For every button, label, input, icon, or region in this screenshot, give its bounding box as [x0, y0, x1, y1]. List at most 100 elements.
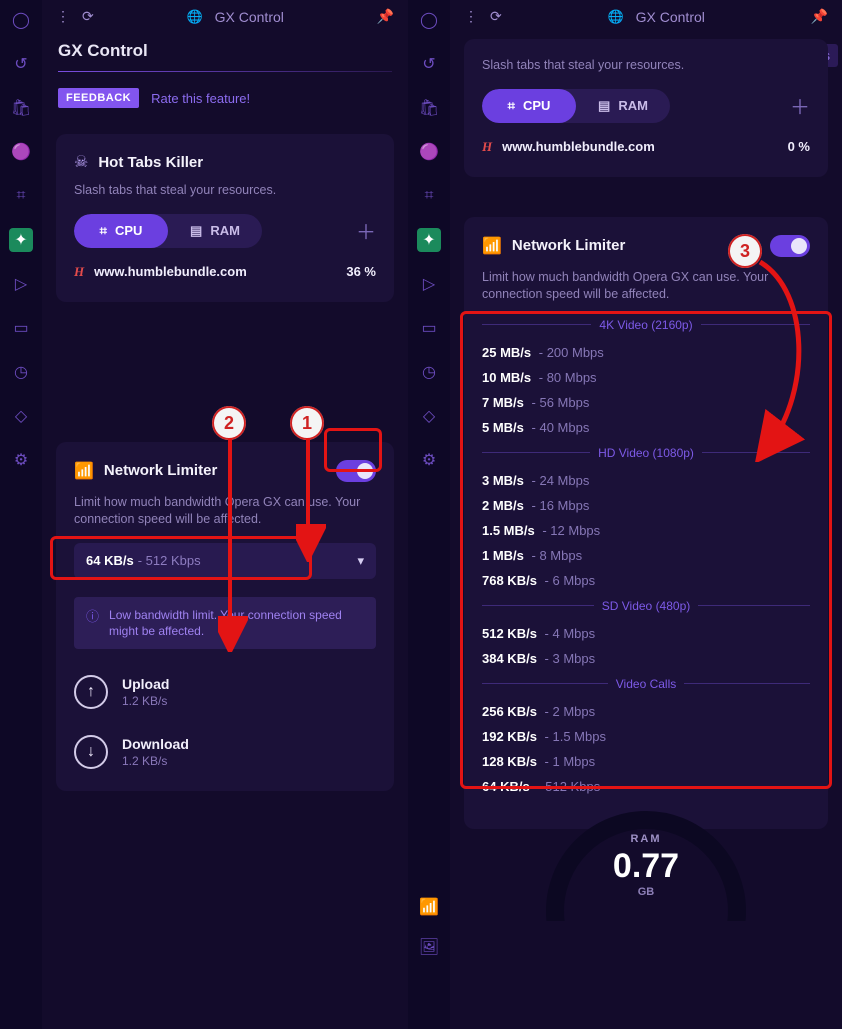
- bag-icon[interactable]: 🛍: [9, 96, 33, 120]
- ram-label: RAM: [618, 98, 648, 113]
- hot-tabs-card: ☠ Hot Tabs Killer Slash tabs that steal …: [56, 134, 394, 302]
- bandwidth-option[interactable]: 256 KB/s - 2 Mbps: [482, 699, 810, 724]
- ram-gauge: RAM 0.77 GB: [536, 811, 756, 921]
- bandwidth-select[interactable]: 64 KB/s - 512 Kbps ▾: [74, 543, 376, 579]
- bandwidth-option[interactable]: 192 KB/s - 1.5 Mbps: [482, 724, 810, 749]
- wifi-sidebar-icon[interactable]: 📶: [417, 895, 441, 919]
- download-icon: ↓: [74, 735, 108, 769]
- bag-icon[interactable]: 🛍: [417, 96, 441, 120]
- upload-icon: ↑: [74, 675, 108, 709]
- panel-title: GX Control: [215, 9, 284, 25]
- sidebar: ◯ ↺ 🛍 🟣 ⌗ ✦ ▷ ▭ ◷ ◇ ⚙: [0, 0, 42, 1029]
- play-circle-icon[interactable]: ▷: [417, 272, 441, 296]
- cpu-chip-icon: ⌗: [100, 223, 107, 239]
- chevron-down-icon: ▾: [357, 553, 364, 569]
- bandwidth-option[interactable]: 5 MB/s - 40 Mbps: [482, 415, 810, 440]
- hot-tabs-subtitle: Slash tabs that steal your resources.: [74, 182, 376, 200]
- gear-icon[interactable]: ⚙: [417, 448, 441, 472]
- hot-tabs-title: Hot Tabs Killer: [98, 154, 203, 171]
- chip-icon[interactable]: ⌗: [9, 184, 33, 208]
- panel-title: GX Control: [636, 9, 705, 25]
- tab-row[interactable]: H www.humblebundle.com 36 %: [74, 264, 376, 280]
- refresh-icon[interactable]: ⟳: [490, 8, 502, 25]
- monitor-icon[interactable]: ▭: [417, 316, 441, 340]
- network-limiter-toggle[interactable]: [770, 235, 810, 257]
- network-limiter-title: Network Limiter: [104, 462, 326, 479]
- network-limiter-subtitle: Limit how much bandwidth Opera GX can us…: [74, 494, 376, 529]
- bandwidth-option[interactable]: 1 MB/s - 8 Mbps: [482, 543, 810, 568]
- history-icon[interactable]: ↺: [9, 52, 33, 76]
- cpu-segment-button[interactable]: ⌗ CPU: [482, 89, 576, 123]
- network-limiter-card-right: 📶 Network Limiter Limit how much bandwid…: [464, 217, 828, 829]
- cpu-chip-icon: ⌗: [508, 98, 515, 114]
- bandwidth-option[interactable]: 64 KB/s - 512 Kbps: [482, 774, 810, 799]
- clock-icon[interactable]: ◷: [417, 360, 441, 384]
- skull-icon: ☠: [74, 152, 88, 172]
- add-tab-button[interactable]: ＋: [356, 216, 376, 245]
- annotation-badge-2: 2: [212, 406, 246, 440]
- pin-icon[interactable]: 📌: [811, 8, 828, 25]
- opera-icon[interactable]: ◯: [417, 8, 441, 32]
- wifi-icon: 📶: [74, 461, 94, 481]
- monitor-icon[interactable]: ▭: [9, 316, 33, 340]
- annotation-badge-3: 3: [728, 234, 762, 268]
- tab-site: www.humblebundle.com: [502, 139, 655, 154]
- bandwidth-group-label: HD Video (1080p): [482, 446, 810, 460]
- network-limiter-title: Network Limiter: [512, 237, 760, 254]
- image-sidebar-icon[interactable]: 🖼: [417, 935, 441, 959]
- globe-icon: 🌐: [607, 9, 623, 25]
- bandwidth-option[interactable]: 1.5 MB/s - 12 Mbps: [482, 518, 810, 543]
- opera-icon[interactable]: ◯: [9, 8, 33, 32]
- bandwidth-unit: - 512 Kbps: [138, 553, 201, 568]
- swirl-icon[interactable]: ✦: [417, 228, 441, 252]
- history-icon[interactable]: ↺: [417, 52, 441, 76]
- twitch-icon[interactable]: 🟣: [9, 140, 33, 164]
- bandwidth-group-label: 4K Video (2160p): [482, 318, 810, 332]
- more-icon[interactable]: ⋮: [56, 8, 70, 25]
- bandwidth-option[interactable]: 384 KB/s - 3 Mbps: [482, 646, 810, 671]
- bandwidth-option[interactable]: 768 KB/s - 6 Mbps: [482, 568, 810, 593]
- bandwidth-option[interactable]: 128 KB/s - 1 Mbps: [482, 749, 810, 774]
- cube-icon[interactable]: ◇: [417, 404, 441, 428]
- bandwidth-option[interactable]: 10 MB/s - 80 Mbps: [482, 365, 810, 390]
- ram-gauge-unit: GB: [536, 886, 756, 898]
- humble-icon: H: [482, 139, 492, 155]
- upload-label: Upload: [122, 676, 169, 692]
- cpu-label: CPU: [523, 98, 550, 113]
- ram-gauge-label: RAM: [536, 833, 756, 845]
- bandwidth-warning: ⓘ Low bandwidth limit. Your connection s…: [74, 597, 376, 649]
- gear-icon[interactable]: ⚙: [9, 448, 33, 472]
- cpu-label: CPU: [115, 223, 142, 238]
- chip-icon[interactable]: ⌗: [417, 184, 441, 208]
- network-limiter-toggle[interactable]: [336, 460, 376, 482]
- refresh-icon[interactable]: ⟳: [82, 8, 94, 25]
- ram-label: RAM: [210, 223, 240, 238]
- page-title: GX Control: [42, 31, 408, 67]
- download-label: Download: [122, 736, 189, 752]
- twitch-icon[interactable]: 🟣: [417, 140, 441, 164]
- tab-percent: 36 %: [346, 264, 376, 279]
- bandwidth-option[interactable]: 512 KB/s - 4 Mbps: [482, 621, 810, 646]
- feedback-link[interactable]: Rate this feature!: [151, 91, 250, 106]
- tab-row[interactable]: H www.humblebundle.com 0 %: [482, 139, 810, 155]
- cpu-ram-segment: ⌗ CPU ▤ RAM: [482, 89, 670, 123]
- swirl-icon[interactable]: ✦: [9, 228, 33, 252]
- bandwidth-option[interactable]: 2 MB/s - 16 Mbps: [482, 493, 810, 518]
- bandwidth-option[interactable]: 25 MB/s - 200 Mbps: [482, 340, 810, 365]
- play-circle-icon[interactable]: ▷: [9, 272, 33, 296]
- cube-icon[interactable]: ◇: [9, 404, 33, 428]
- clock-icon[interactable]: ◷: [9, 360, 33, 384]
- cpu-segment-button[interactable]: ⌗ CPU: [74, 214, 168, 248]
- feedback-badge[interactable]: FEEDBACK: [58, 88, 139, 108]
- add-tab-button[interactable]: ＋: [790, 91, 810, 120]
- pin-icon[interactable]: 📌: [377, 8, 394, 25]
- bandwidth-option[interactable]: 3 MB/s - 24 Mbps: [482, 468, 810, 493]
- ram-segment-button[interactable]: ▤ RAM: [576, 89, 670, 123]
- bandwidth-value: 64 KB/s: [86, 553, 134, 568]
- ram-segment-button[interactable]: ▤ RAM: [168, 214, 262, 248]
- bandwidth-option[interactable]: 7 MB/s - 56 Mbps: [482, 390, 810, 415]
- more-icon[interactable]: ⋮: [464, 8, 478, 25]
- globe-icon: 🌐: [186, 9, 202, 25]
- wifi-icon: 📶: [482, 236, 502, 256]
- upload-speed: 1.2 KB/s: [122, 694, 169, 708]
